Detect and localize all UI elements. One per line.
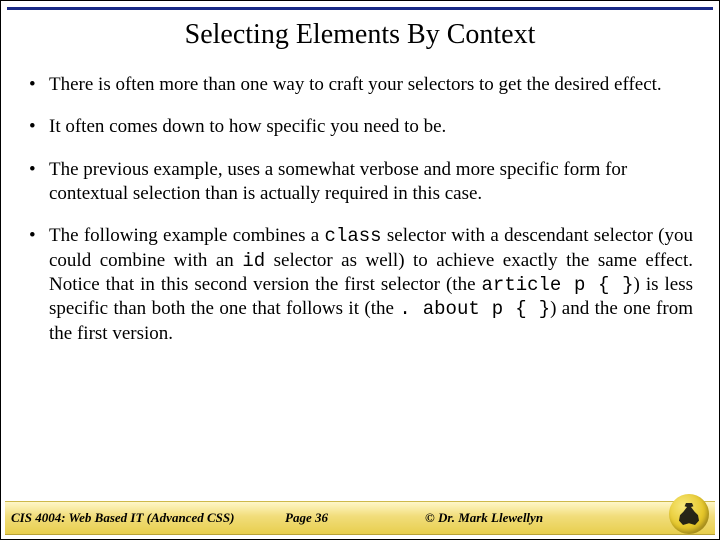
footer-author: © Dr. Mark Llewellyn [425, 510, 605, 526]
bullet-list: There is often more than one way to craf… [27, 73, 693, 346]
bullet-item: It often comes down to how specific you … [27, 115, 693, 139]
bullet-text-part: The following example combines a [49, 225, 325, 246]
bullet-item: The previous example, uses a somewhat ve… [27, 158, 693, 207]
bullet-text: It often comes down to how specific you … [49, 116, 446, 137]
bullet-text: There is often more than one way to craf… [49, 74, 662, 95]
code-span: id [242, 250, 265, 272]
code-span: article p { } [482, 274, 634, 296]
footer-row: CIS 4004: Web Based IT (Advanced CSS) Pa… [5, 501, 715, 535]
footer: CIS 4004: Web Based IT (Advanced CSS) Pa… [5, 491, 715, 535]
content-area: There is often more than one way to craf… [27, 73, 693, 479]
bullet-item: The following example combines a class s… [27, 224, 693, 346]
footer-page: Page 36 [285, 510, 425, 526]
code-span: class [325, 225, 382, 247]
footer-course: CIS 4004: Web Based IT (Advanced CSS) [5, 510, 285, 526]
page-title: Selecting Elements By Context [1, 19, 719, 51]
code-span: . about p { } [399, 298, 550, 320]
top-rule [7, 7, 713, 10]
ucf-logo-icon [669, 494, 709, 534]
bullet-text: The previous example, uses a somewhat ve… [49, 159, 627, 204]
bullet-item: There is often more than one way to craf… [27, 73, 693, 97]
